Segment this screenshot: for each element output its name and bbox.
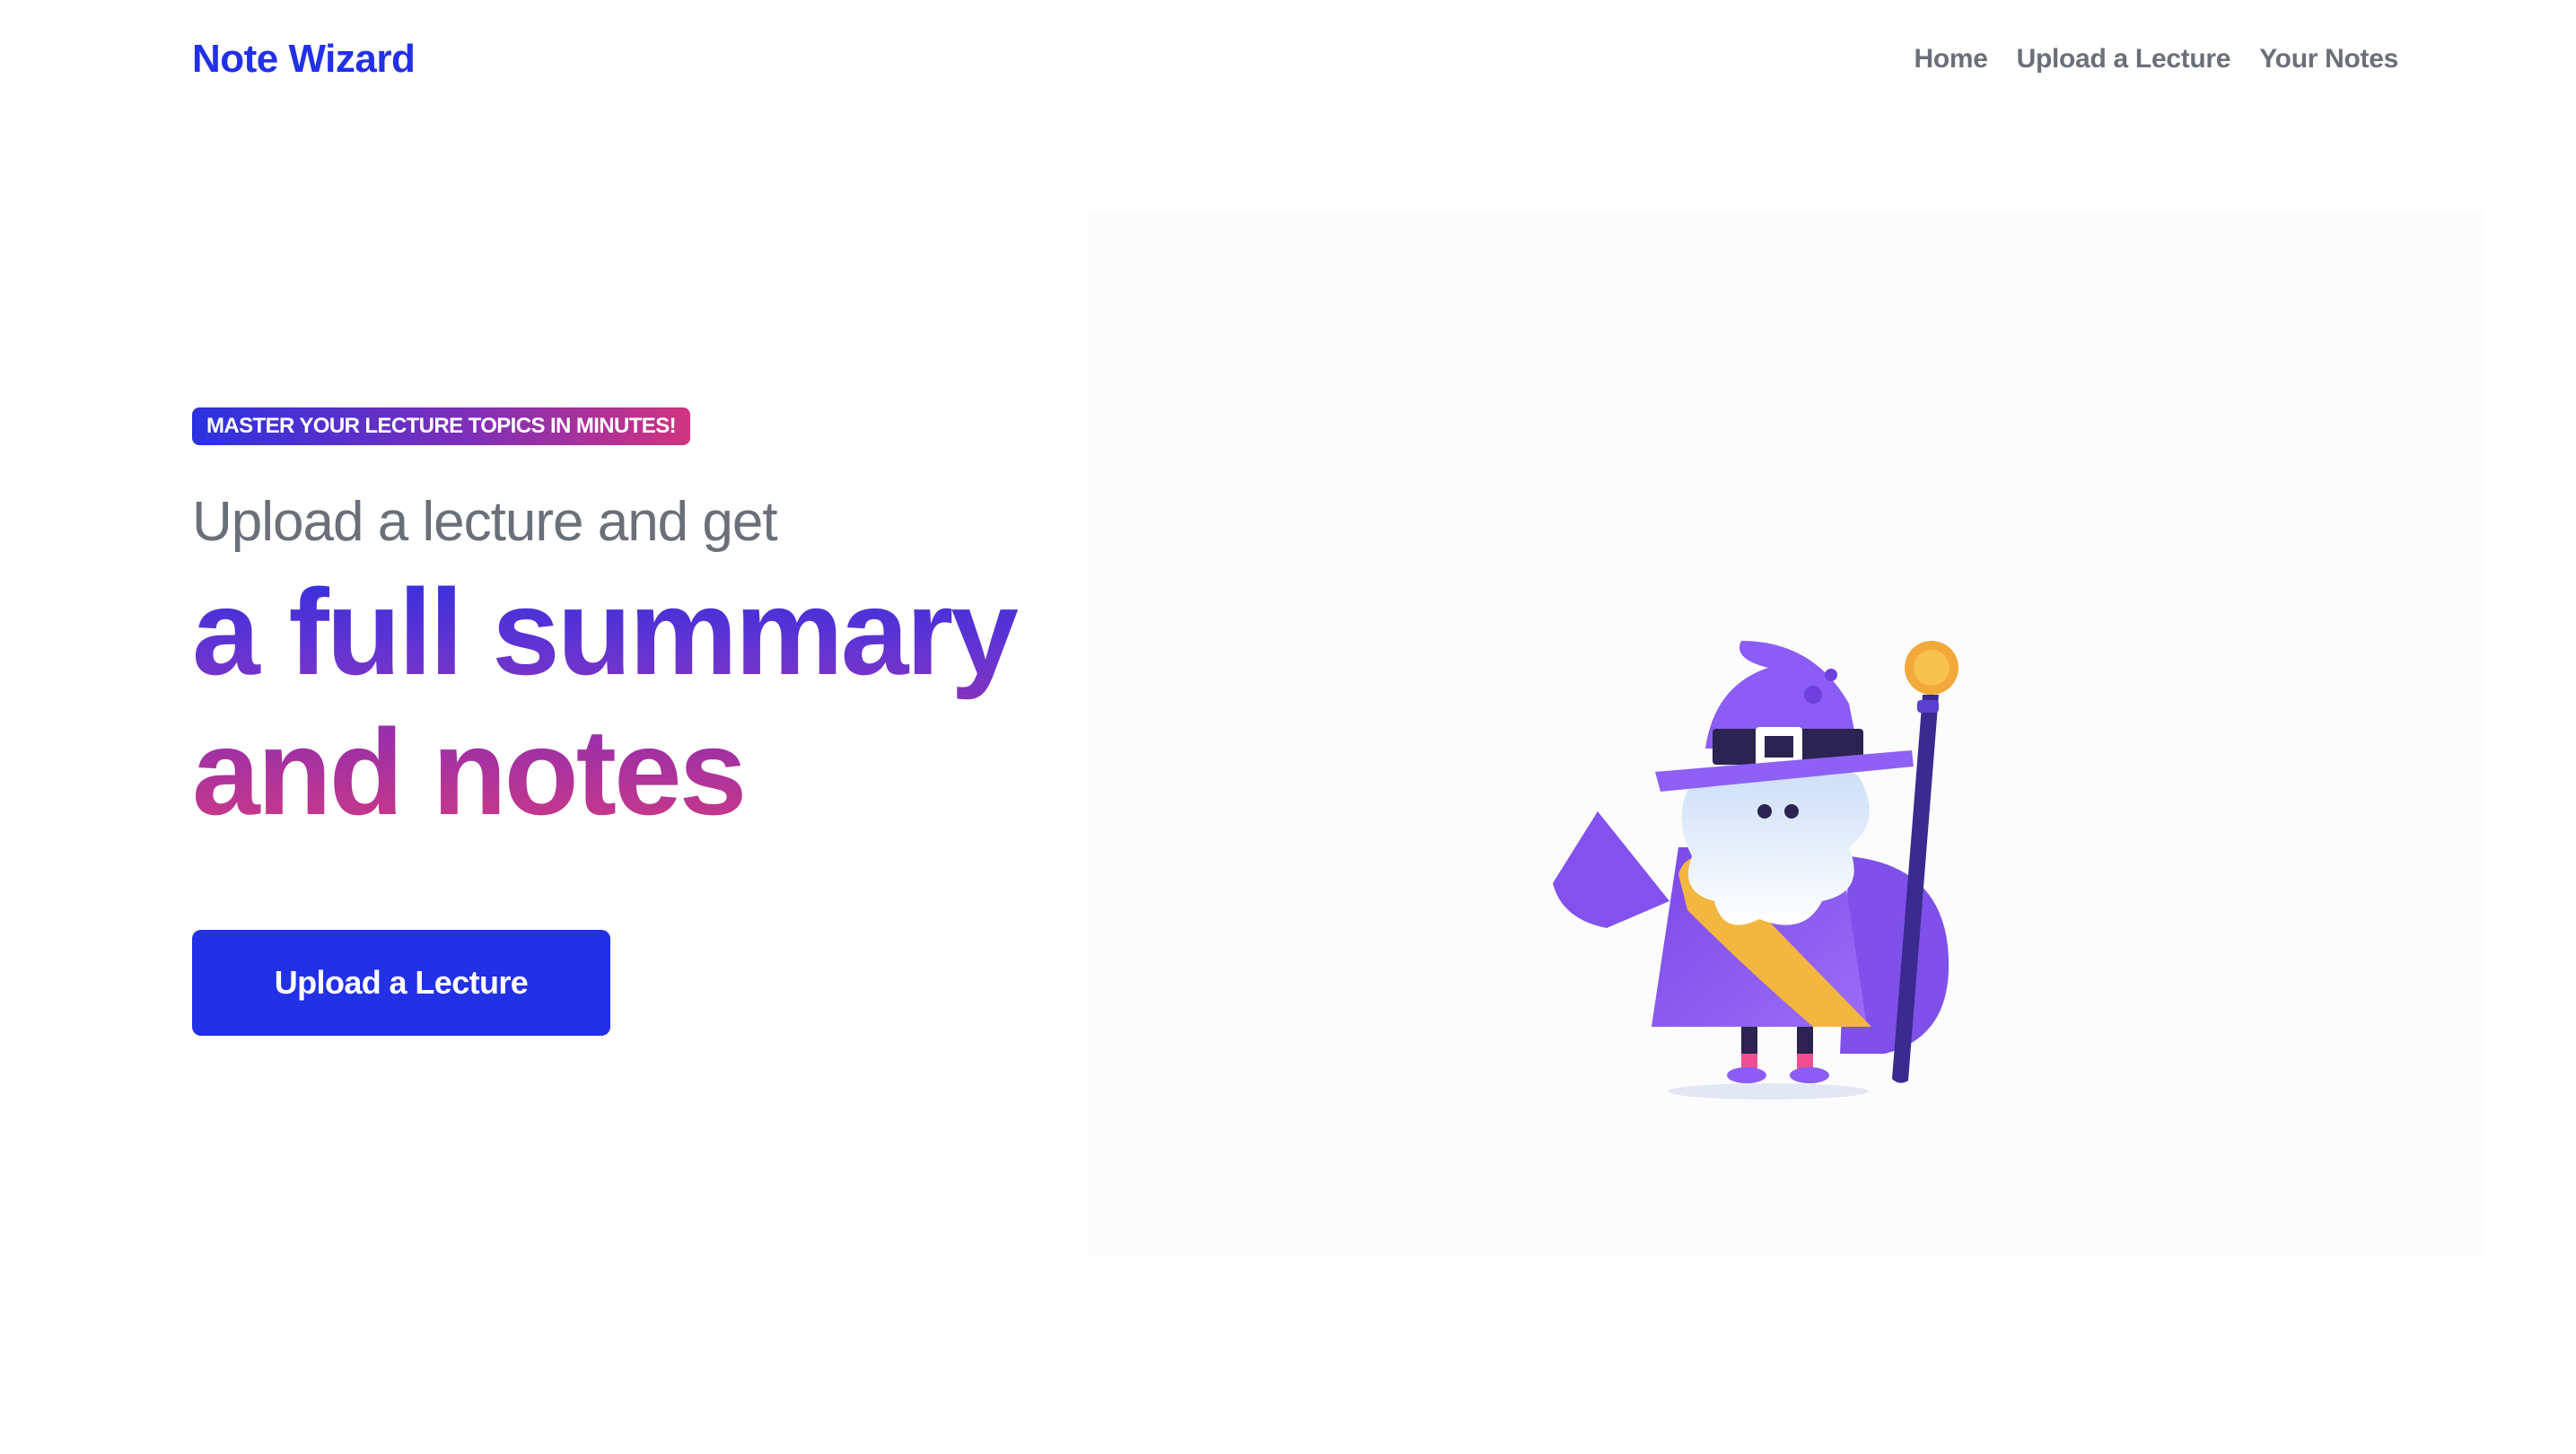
hero-headline-line-2: and notes bbox=[192, 704, 745, 840]
hero-headline: a full summary and notes bbox=[192, 562, 1090, 842]
nav-link-upload-lecture[interactable]: Upload a Lecture bbox=[2017, 39, 2231, 79]
brand-logo-link[interactable]: Note Wizard bbox=[192, 34, 416, 84]
upload-lecture-button[interactable]: Upload a Lecture bbox=[192, 930, 610, 1036]
top-navigation-bar: Note Wizard Home Upload a Lecture Your N… bbox=[0, 0, 2576, 126]
hero-text-block: MASTER YOUR LECTURE TOPICS IN MINUTES! U… bbox=[192, 407, 1090, 842]
tagline-badge: MASTER YOUR LECTURE TOPICS IN MINUTES! bbox=[192, 407, 691, 445]
nav-link-home[interactable]: Home bbox=[1914, 39, 1987, 79]
wizard-illustration-icon bbox=[1553, 641, 1958, 1099]
main-nav: Home Upload a Lecture Your Notes bbox=[1914, 39, 2398, 79]
hero-headline-line-1: a full summary bbox=[192, 564, 1016, 700]
hero-subheading: Upload a lecture and get bbox=[192, 491, 778, 553]
hero-illustration-panel bbox=[1088, 210, 2484, 1257]
nav-link-your-notes[interactable]: Your Notes bbox=[2259, 39, 2398, 79]
